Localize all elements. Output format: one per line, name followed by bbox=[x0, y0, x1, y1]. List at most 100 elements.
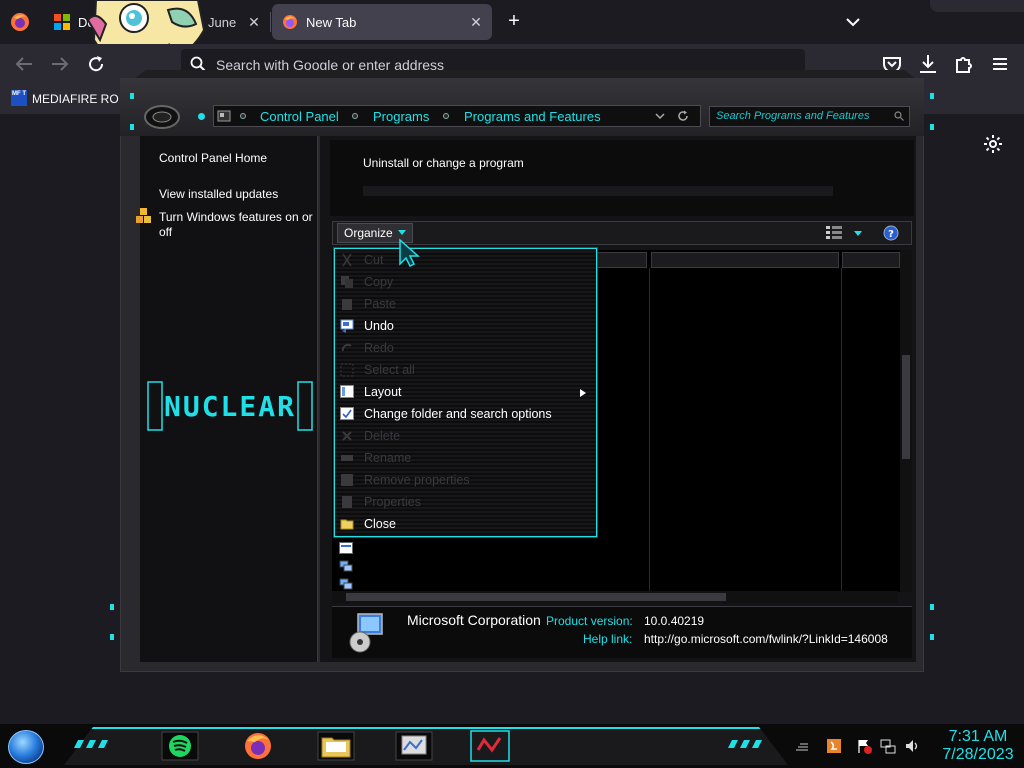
bookmark-mediafire[interactable]: MEDIAFIRE RO bbox=[32, 92, 119, 106]
forward-arrow-icon[interactable] bbox=[48, 52, 72, 76]
breadcrumb-control-panel[interactable]: Control Panel bbox=[260, 109, 339, 124]
frame-accent bbox=[930, 634, 934, 640]
column-header-installed-on[interactable] bbox=[842, 252, 900, 268]
nuclear-theme-logo: NUCLEAR bbox=[147, 381, 313, 431]
views-icon[interactable] bbox=[826, 226, 842, 239]
views-dropdown-arrow-icon[interactable] bbox=[854, 231, 862, 236]
help-icon[interactable]: ? bbox=[883, 225, 899, 241]
network-icon[interactable] bbox=[880, 738, 896, 754]
search-programs-input[interactable]: Search Programs and Features bbox=[709, 106, 910, 127]
menu-label-undo: Undo bbox=[364, 319, 394, 333]
menu-label-close: Close bbox=[364, 517, 396, 531]
clock-date[interactable]: 7/28/2023 bbox=[936, 746, 1020, 764]
product-version-value: 10.0.40219 bbox=[644, 614, 705, 628]
downloads-icon[interactable] bbox=[916, 52, 940, 76]
java-update-icon[interactable] bbox=[826, 738, 842, 754]
menu-label-cut: Cut bbox=[364, 253, 384, 267]
frame-accent bbox=[110, 604, 114, 610]
tab-close-icon[interactable]: ✕ bbox=[246, 14, 262, 30]
folder-options-icon bbox=[340, 407, 354, 420]
firefox-app-icon[interactable] bbox=[238, 730, 278, 762]
breadcrumb-programs[interactable]: Programs bbox=[373, 109, 429, 124]
tab-label-extra: June bbox=[208, 14, 237, 30]
frame-accent bbox=[930, 93, 934, 99]
undo-icon bbox=[340, 319, 354, 333]
extensions-icon[interactable] bbox=[952, 52, 976, 76]
menu-label-select-all: Select all bbox=[364, 363, 415, 377]
new-tab-button[interactable]: + bbox=[502, 10, 526, 34]
active-window-app-icon[interactable] bbox=[470, 730, 510, 762]
file-explorer-app-icon[interactable] bbox=[316, 730, 356, 762]
cut-icon bbox=[342, 253, 352, 267]
back-arrow-icon[interactable] bbox=[12, 52, 36, 76]
volume-icon[interactable] bbox=[904, 738, 920, 754]
page-description bbox=[363, 186, 833, 196]
reload-icon[interactable] bbox=[84, 52, 108, 76]
dropdown-arrow-icon bbox=[398, 230, 406, 235]
breadcrumb-separator bbox=[443, 113, 449, 119]
help-link-label: Help link: bbox=[583, 632, 633, 646]
product-version-label: Product version: bbox=[546, 614, 633, 628]
column-divider bbox=[841, 268, 842, 592]
delete-icon bbox=[342, 431, 352, 441]
submenu-arrow-icon bbox=[580, 389, 586, 397]
breadcrumb-programs-and-features[interactable]: Programs and Features bbox=[464, 109, 601, 124]
mediafire-icon: MF T bbox=[11, 90, 27, 106]
frame-accent bbox=[130, 93, 134, 99]
menu-label-copy: Copy bbox=[364, 275, 394, 289]
nav-indicator-icon bbox=[198, 113, 205, 120]
firefox-menu-icon[interactable] bbox=[8, 10, 32, 34]
breadcrumb-separator bbox=[352, 113, 358, 119]
clock-time[interactable]: 7:31 AM bbox=[936, 728, 1020, 746]
frame-accent bbox=[930, 604, 934, 610]
taskbar-decor bbox=[728, 740, 762, 748]
menu-label-redo: Redo bbox=[364, 341, 394, 355]
select-all-icon bbox=[340, 363, 354, 377]
svg-text:?: ? bbox=[888, 229, 894, 240]
menu-label-rename: Rename bbox=[364, 451, 412, 465]
rename-icon bbox=[341, 455, 353, 461]
menu-label-layout: Layout bbox=[364, 385, 402, 399]
view-installed-updates-link[interactable]: View installed updates bbox=[159, 187, 278, 202]
publisher-name: Microsoft Corporation bbox=[407, 612, 541, 628]
spotify-app-icon[interactable] bbox=[160, 730, 200, 762]
help-link-value[interactable]: http://go.microsoft.com/fwlink/?LinkId=1… bbox=[644, 632, 888, 646]
copy-icon bbox=[341, 276, 353, 288]
mouse-cursor bbox=[399, 238, 420, 268]
svg-text:NUCLEAR: NUCLEAR bbox=[164, 390, 296, 423]
chevron-down-icon[interactable] bbox=[843, 12, 863, 32]
organize-label: Organize bbox=[344, 226, 393, 240]
breadcrumb-separator bbox=[240, 113, 246, 119]
program-row-icon[interactable] bbox=[339, 560, 353, 572]
horizontal-scroll-thumb[interactable] bbox=[346, 593, 726, 601]
frame-accent bbox=[130, 124, 134, 130]
frame-accent bbox=[930, 124, 934, 130]
control-panel-home-link[interactable]: Control Panel Home bbox=[159, 151, 267, 166]
column-divider bbox=[649, 268, 650, 592]
control-panel-app-icon[interactable] bbox=[394, 730, 434, 762]
tab-label: New Tab bbox=[306, 14, 357, 30]
window-corner bbox=[930, 0, 1024, 12]
search-icon[interactable] bbox=[894, 111, 904, 121]
tab-new-tab[interactable]: New Tab ✕ bbox=[272, 4, 492, 40]
tab-close-icon[interactable]: ✕ bbox=[468, 14, 484, 30]
program-row-icon[interactable] bbox=[339, 542, 353, 554]
flag-alert-icon[interactable] bbox=[856, 738, 872, 754]
paste-icon bbox=[342, 299, 352, 310]
show-hidden-icons-icon[interactable] bbox=[794, 738, 810, 754]
refresh-icon[interactable] bbox=[676, 109, 690, 123]
start-button[interactable] bbox=[8, 730, 44, 764]
menu-label-properties: Properties bbox=[364, 495, 421, 509]
hamburger-menu-icon[interactable] bbox=[988, 52, 1012, 76]
tab-separator bbox=[270, 12, 271, 32]
gear-icon[interactable] bbox=[983, 134, 1003, 154]
microsoft-icon bbox=[54, 14, 70, 30]
vertical-scroll-thumb[interactable] bbox=[902, 355, 910, 459]
windows-features-icon bbox=[136, 208, 151, 223]
menu-label-delete: Delete bbox=[364, 429, 401, 443]
column-header-name[interactable] bbox=[597, 252, 647, 268]
chevron-down-icon[interactable] bbox=[654, 110, 666, 122]
column-header-publisher[interactable] bbox=[651, 252, 839, 268]
windows-features-link[interactable]: Turn Windows features on or off bbox=[159, 210, 317, 240]
program-row-icon[interactable] bbox=[339, 578, 353, 590]
